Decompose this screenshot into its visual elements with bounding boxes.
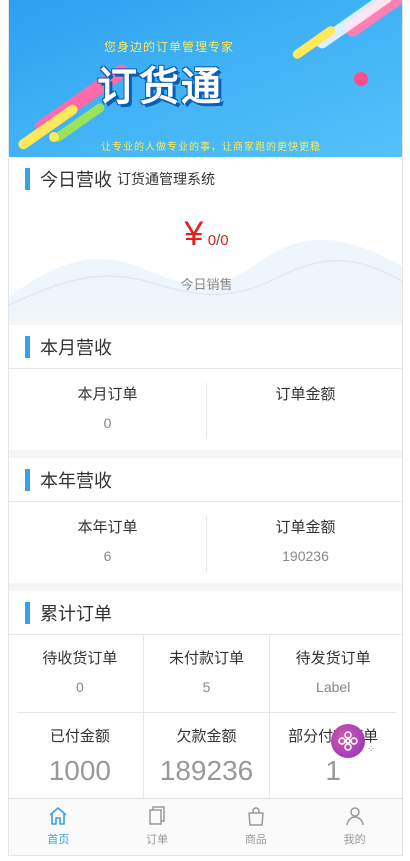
section-title: 本年营收	[40, 470, 112, 491]
bottom-tab-bar: 首页 订单 商品 我的	[9, 798, 402, 855]
year-amount-cell[interactable]: 订单金额 190236	[206, 516, 402, 572]
tab-mine[interactable]: 我的	[305, 799, 402, 855]
stat-label: 欠款金额	[176, 728, 237, 745]
tab-home[interactable]: 首页	[9, 799, 108, 855]
section-marker	[25, 168, 30, 190]
stat-value: Label	[316, 679, 351, 695]
partial-payment-cell[interactable]: 部分付款订单 1	[269, 713, 396, 803]
unpaid-orders-cell[interactable]: 未付款订单 5	[142, 635, 270, 712]
today-revenue-section: 今日营收 订货通管理系统 ¥ 0/0 今日销售	[9, 157, 402, 317]
section-title: 累计订单	[40, 603, 112, 624]
section-marker	[25, 601, 30, 624]
section-marker	[25, 468, 30, 491]
flower-icon	[338, 731, 358, 751]
floating-assistant-button[interactable]	[331, 724, 365, 758]
stat-label: 已付金额	[49, 728, 110, 745]
year-revenue-section: 本年营收 本年订单 6 订单金额 190236	[9, 458, 402, 583]
tab-orders[interactable]: 订单	[108, 799, 207, 855]
section-title: 今日营收	[40, 170, 112, 190]
year-amount-label: 订单金额	[275, 519, 336, 536]
month-orders-label: 本月订单	[77, 386, 138, 403]
stat-label: 待发货订单	[295, 650, 371, 667]
month-orders-cell[interactable]: 本月订单 0	[9, 369, 206, 449]
banner-brand: 订货通	[97, 64, 223, 110]
month-amount-label: 订单金额	[275, 386, 336, 403]
more-dots-icon: ⁘	[367, 744, 376, 755]
stat-value: 5	[202, 679, 211, 695]
tab-label: 订单	[146, 834, 169, 846]
year-amount-value: 190236	[282, 548, 329, 564]
stat-value: 1000	[48, 755, 111, 786]
year-orders-label: 本年订单	[77, 519, 138, 536]
banner-slogan: 让专业的人做专业的事，让商家跑的更快更稳	[101, 142, 321, 153]
section-header: 本年营收	[9, 458, 402, 502]
year-orders-value: 6	[103, 548, 112, 564]
section-title: 本月营收	[40, 337, 112, 358]
tab-label: 首页	[47, 834, 70, 846]
bag-icon	[248, 807, 264, 826]
pending-receipt-cell[interactable]: 待收货订单 0	[17, 635, 143, 712]
section-marker	[25, 335, 30, 358]
banner-tagline: 您身边的订单管理专家	[104, 40, 235, 54]
stat-label: 未付款订单	[169, 650, 245, 667]
section-header: 今日营收 订货通管理系统	[9, 157, 402, 201]
stat-value: 1	[325, 755, 341, 786]
tab-label: 我的	[343, 834, 366, 846]
stat-value: 189236	[159, 755, 254, 786]
promo-banner[interactable]: 您身边的订单管理专家 订货通 让专业的人做专业的事，让商家跑的更快更稳	[9, 0, 402, 157]
home-icon	[49, 807, 67, 825]
tab-label: 商品	[244, 834, 267, 846]
month-revenue-section: 本月营收 本月订单 0 订单金额	[9, 325, 402, 450]
currency-symbol: ¥	[184, 215, 204, 253]
pending-shipment-cell[interactable]: 待发货订单 Label	[269, 635, 396, 712]
today-sales-caption: 今日销售	[180, 277, 233, 292]
today-amount-value: 0/0	[207, 232, 229, 249]
paid-amount-cell[interactable]: 已付金额 1000	[17, 713, 143, 803]
user-icon	[345, 807, 364, 826]
section-subtitle: 订货通管理系统	[117, 171, 215, 187]
section-header: 本月营收	[9, 325, 402, 369]
stat-value: 0	[75, 679, 84, 695]
year-orders-cell[interactable]: 本年订单 6	[9, 502, 206, 582]
today-amount: ¥ 0/0	[9, 215, 402, 254]
stat-label: 待收货订单	[42, 650, 118, 667]
total-orders-section: 累计订单 待收货订单 0 未付款订单 5 待发货订单 Label 已付金额 10…	[9, 591, 402, 803]
debt-amount-cell[interactable]: 欠款金额 189236	[142, 713, 270, 803]
app-screen: 您身边的订单管理专家 订货通 让专业的人做专业的事，让商家跑的更快更稳 今日营收…	[8, 0, 403, 856]
orders-icon	[149, 806, 165, 825]
tab-products[interactable]: 商品	[207, 799, 306, 855]
month-amount-cell[interactable]: 订单金额	[206, 383, 402, 439]
section-header: 累计订单	[9, 591, 402, 635]
month-orders-value: 0	[103, 415, 112, 431]
